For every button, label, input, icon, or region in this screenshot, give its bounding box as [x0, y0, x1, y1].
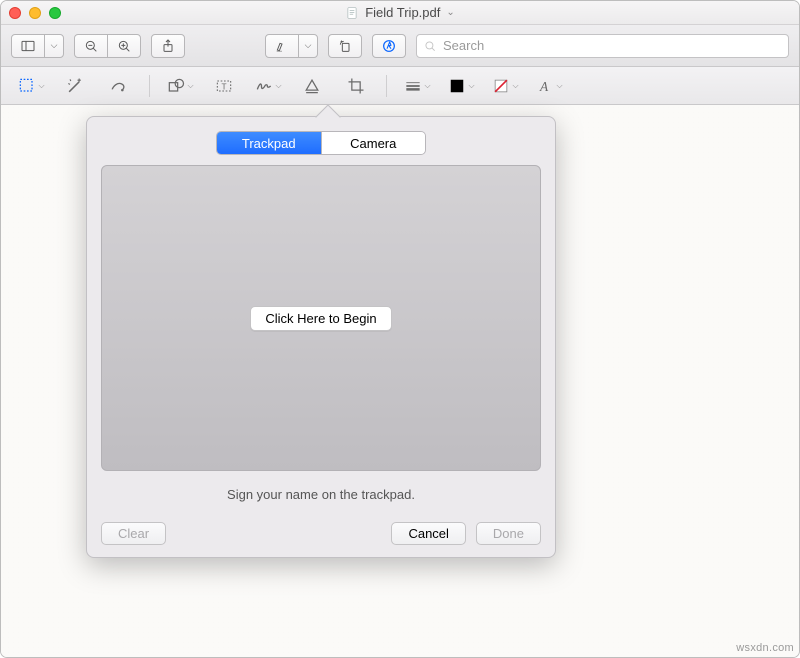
sidebar-button[interactable] — [11, 34, 45, 58]
lasso-tool[interactable] — [99, 72, 139, 100]
highlight-icon — [274, 38, 290, 54]
sign-icon — [254, 76, 274, 96]
titlebar: Field Trip.pdf ⌄ — [1, 1, 799, 25]
note-icon — [302, 76, 322, 96]
search-input[interactable]: Search — [416, 34, 789, 58]
text-icon: T — [214, 76, 234, 96]
zoom-in-icon — [116, 38, 132, 54]
zoom-out-icon — [83, 38, 99, 54]
signature-pad[interactable]: Click Here to Begin — [101, 165, 541, 471]
highlight-dropdown[interactable]: ⌵ — [298, 34, 318, 58]
search-icon — [423, 39, 437, 53]
lasso-icon — [109, 76, 129, 96]
sidebar-group: ⌵ — [11, 34, 64, 58]
sidebar-dropdown[interactable]: ⌵ — [44, 34, 64, 58]
sign-tool[interactable]: ⌵ — [248, 72, 288, 100]
zoom-out-button[interactable] — [74, 34, 108, 58]
highlight-button[interactable] — [265, 34, 299, 58]
traffic-lights — [9, 7, 61, 19]
share-button[interactable] — [151, 34, 185, 58]
minimize-button[interactable] — [29, 7, 41, 19]
cancel-button[interactable]: Cancel — [391, 522, 465, 545]
segment-control: Trackpad Camera — [216, 131, 426, 155]
segment-trackpad[interactable]: Trackpad — [217, 132, 322, 154]
svg-text:T: T — [221, 81, 226, 91]
segment-camera[interactable]: Camera — [322, 132, 426, 154]
crop-icon — [346, 76, 366, 96]
divider — [386, 75, 387, 97]
markup-toolbar: ⌵ ⌵ T ⌵ ⌵ ⌵ ⌵ — [1, 67, 799, 105]
document-icon — [345, 6, 359, 20]
divider — [149, 75, 150, 97]
crop-tool[interactable] — [336, 72, 376, 100]
begin-button[interactable]: Click Here to Begin — [250, 306, 391, 331]
wand-icon — [65, 76, 85, 96]
font-icon: A — [535, 76, 555, 96]
border-icon — [447, 76, 467, 96]
title-center: Field Trip.pdf ⌄ — [1, 5, 799, 20]
fullscreen-button[interactable] — [49, 7, 61, 19]
select-icon — [17, 76, 37, 96]
title-dropdown-chevron[interactable]: ⌄ — [446, 7, 454, 18]
zoom-group — [74, 34, 141, 58]
clear-button[interactable]: Clear — [101, 522, 166, 545]
search-placeholder: Search — [443, 38, 484, 53]
markup-icon — [381, 38, 397, 54]
popover-buttons: Clear Cancel Done — [101, 522, 541, 545]
svg-text:A: A — [539, 79, 549, 94]
window-title: Field Trip.pdf — [365, 5, 440, 20]
line-style-icon — [403, 76, 423, 96]
signature-popover: Trackpad Camera Click Here to Begin Sign… — [86, 116, 556, 558]
wand-tool[interactable] — [55, 72, 95, 100]
highlight-group: ⌵ — [265, 34, 318, 58]
share-icon — [160, 38, 176, 54]
main-toolbar: ⌵ ⌵ Sear — [1, 25, 799, 67]
line-style-tool[interactable]: ⌵ — [397, 72, 437, 100]
search-wrap: Search — [416, 34, 789, 58]
signature-hint: Sign your name on the trackpad. — [101, 487, 541, 502]
font-tool[interactable]: A⌵ — [529, 72, 569, 100]
markup-button[interactable] — [372, 34, 406, 58]
fill-color-tool[interactable]: ⌵ — [485, 72, 525, 100]
close-button[interactable] — [9, 7, 21, 19]
shapes-icon — [166, 76, 186, 96]
done-button[interactable]: Done — [476, 522, 541, 545]
border-color-tool[interactable]: ⌵ — [441, 72, 481, 100]
watermark: wsxdn.com — [736, 642, 794, 654]
fill-icon — [491, 76, 511, 96]
rotate-button[interactable] — [328, 34, 362, 58]
shapes-tool[interactable]: ⌵ — [160, 72, 200, 100]
rotate-icon — [337, 38, 353, 54]
text-tool[interactable]: T — [204, 72, 244, 100]
select-tool[interactable]: ⌵ — [11, 72, 51, 100]
note-tool[interactable] — [292, 72, 332, 100]
zoom-in-button[interactable] — [107, 34, 141, 58]
